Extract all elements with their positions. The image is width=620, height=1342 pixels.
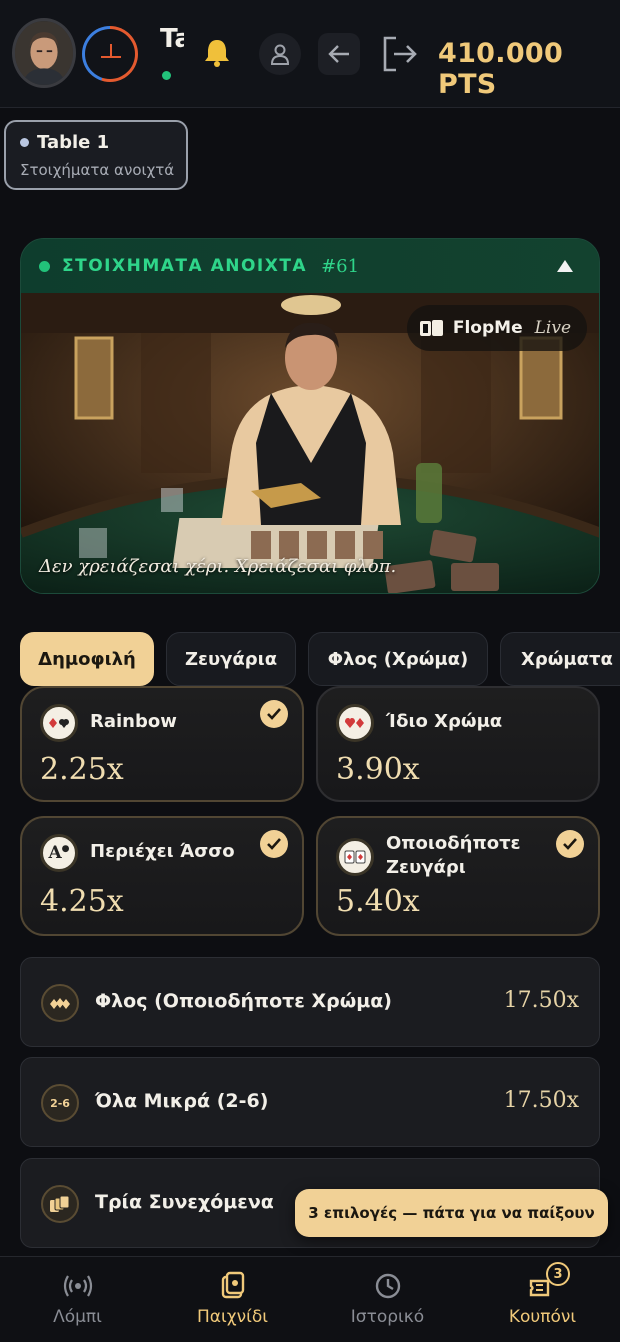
avatar-portrait-icon [15, 21, 73, 85]
ace-icon: A ● [40, 834, 78, 872]
nav-label: Λόμπι [53, 1307, 102, 1327]
stream-tagline: Δεν χρειάζεσαι χέρι. Χρειάζεσαι φλοπ. [39, 556, 397, 577]
points-balance: 410.000 PTS [438, 38, 564, 100]
header-title: Ta [160, 24, 184, 54]
table-status: Στοιχήματα ανοιχτά [20, 161, 175, 179]
selected-check-icon [260, 700, 288, 728]
brand-suffix: Live [534, 318, 571, 338]
bet-card-rainbow[interactable]: Rainbow 2.25x [20, 686, 304, 802]
selected-check-icon [260, 830, 288, 858]
coupon-count-badge: 3 [546, 1262, 570, 1286]
suits-icon [40, 704, 78, 742]
tab-popular[interactable]: Δημοφιλή [20, 632, 154, 686]
round-timer-icon [82, 26, 138, 82]
top-bar: Ta 410.000 PTS [0, 0, 620, 108]
bet-odds: 2.25x [40, 752, 124, 787]
bet-label: Ίδιο Χρώμα [386, 711, 503, 732]
broadcast-icon [63, 1275, 92, 1297]
nav-coupon[interactable]: Κουπόνι [465, 1257, 620, 1342]
bet-odds: 17.50x [503, 988, 579, 1013]
bet-label: Όλα Μικρά (2-6) [95, 1090, 269, 1112]
hearts-icon [336, 704, 374, 742]
tab-flush[interactable]: Φλος (Χρώμα) [308, 632, 488, 686]
bet-odds: 17.50x [503, 1088, 579, 1113]
bet-label: Rainbow [90, 711, 177, 732]
bet-card-contains-ace[interactable]: A ● Περιέχει Άσσο 4.25x [20, 816, 304, 936]
bet-label: Περιέχει Άσσο [90, 841, 235, 862]
round-number: #61 [321, 255, 360, 277]
brand-badge: FlopMe Live [406, 305, 587, 351]
live-stream-card: ΣΤΟΙΧΗΜΑΤΑ ΑΝΟΙΧΤΑ #61 FlopMe Live Δεν χ… [20, 238, 600, 594]
straight-cards-icon [41, 1185, 79, 1223]
table-selector[interactable]: Table 1 Στοιχήματα ανοιχτά [4, 120, 188, 190]
pair-cards-icon [336, 838, 374, 876]
online-status-dot [162, 71, 171, 80]
bet-label-line2: Ζευγάρι [386, 857, 466, 878]
dealer-stream-image: FlopMe Live Δεν χρειάζεσαι χέρι. Χρειάζε… [21, 293, 599, 593]
table-status-dot [20, 138, 29, 147]
bet-card-any-pair[interactable]: Οποιοδήποτε Ζευγάρι 5.40x [316, 816, 600, 936]
profile-button[interactable] [259, 33, 301, 75]
bet-label: Φλος (Οποιοδήποτε Χρώμα) [95, 990, 392, 1012]
brand-name: FlopMe [452, 318, 523, 338]
history-icon [375, 1273, 400, 1299]
bet-row-all-low[interactable]: 2-6 Όλα Μικρά (2-6) 17.50x [20, 1057, 600, 1147]
low-range-icon: 2-6 [41, 1084, 79, 1122]
back-button[interactable] [318, 33, 360, 75]
avatar[interactable] [12, 18, 76, 88]
nav-history[interactable]: Ιστορικό [310, 1257, 465, 1342]
live-indicator-dot [39, 260, 50, 272]
selected-check-icon [556, 830, 584, 858]
bet-row-flush-any[interactable]: Φλος (Οποιοδήποτε Χρώμα) 17.50x [20, 957, 600, 1047]
play-selections-toast[interactable]: 3 επιλογές — πάτα για να παίξουν [295, 1189, 608, 1237]
nav-label: Ιστορικό [350, 1307, 425, 1327]
nav-label: Παιχνίδι [197, 1307, 268, 1327]
betting-status-header[interactable]: ΣΤΟΙΧΗΜΑΤΑ ΑΝΟΙΧΤΑ #61 [21, 239, 599, 293]
game-icon [221, 1271, 244, 1299]
bet-category-tabs: Δημοφιλή Ζευγάρια Φλος (Χρώμα) Χρώματα [20, 632, 620, 686]
cards-logo-icon [419, 320, 443, 336]
bottom-navigation: Λόμπι Παιχνίδι Ιστορικό Κουπόνι [0, 1256, 620, 1342]
nav-game[interactable]: Παιχνίδι [155, 1257, 310, 1342]
exit-icon[interactable] [380, 35, 420, 73]
flush-icon [41, 984, 79, 1022]
tab-colors[interactable]: Χρώματα [500, 632, 620, 686]
bet-label-line1: Οποιοδήποτε [386, 833, 521, 854]
betting-status: ΣΤΟΙΧΗΜΑΤΑ ΑΝΟΙΧΤΑ [62, 256, 308, 276]
bell-icon[interactable] [200, 36, 234, 70]
table-name: Table 1 [37, 132, 110, 153]
bet-odds: 4.25x [40, 884, 124, 919]
back-arrow-icon [328, 45, 349, 63]
bet-label: Τρία Συνεχόμενα [95, 1191, 274, 1213]
bet-odds: 5.40x [336, 884, 420, 919]
bet-odds: 3.90x [336, 752, 420, 787]
bet-card-same-color[interactable]: Ίδιο Χρώμα 3.90x [316, 686, 600, 802]
nav-label: Κουπόνι [508, 1307, 577, 1327]
profile-icon [270, 44, 290, 65]
nav-lobby[interactable]: Λόμπι [0, 1257, 155, 1342]
collapse-arrow-icon[interactable] [557, 260, 573, 272]
tab-pairs[interactable]: Ζευγάρια [166, 632, 296, 686]
